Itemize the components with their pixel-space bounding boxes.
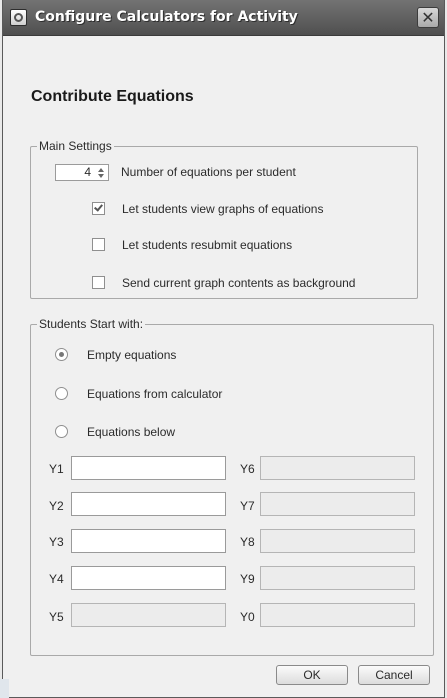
- arrow-down-icon[interactable]: [97, 173, 104, 178]
- y9-label: Y9: [240, 572, 255, 586]
- y9-field[interactable]: [260, 566, 415, 590]
- y8-label: Y8: [240, 535, 255, 549]
- checkmark-icon: [94, 202, 103, 212]
- calculator-window-icon: [10, 9, 27, 26]
- view-graphs-checkbox[interactable]: [92, 202, 105, 215]
- y1-field[interactable]: [71, 456, 226, 480]
- from-calculator-label[interactable]: Equations from calculator: [87, 386, 222, 402]
- radio-selected-dot: [59, 352, 64, 357]
- y5-label: Y5: [49, 610, 64, 624]
- ok-button[interactable]: OK: [276, 665, 348, 685]
- resubmit-checkbox[interactable]: [92, 238, 105, 251]
- start-with-title: Students Start with:: [37, 316, 146, 332]
- dialog-heading: Contribute Equations: [31, 88, 194, 105]
- y8-field[interactable]: [260, 529, 415, 553]
- equations-per-student-spinner[interactable]: 4: [55, 164, 109, 181]
- resubmit-label[interactable]: Let students resubmit equations: [122, 237, 292, 253]
- y6-field[interactable]: [260, 456, 415, 480]
- main-settings-title: Main Settings: [37, 138, 114, 154]
- spinner-arrows-icon[interactable]: [94, 166, 107, 179]
- empty-equations-label[interactable]: Empty equations: [87, 347, 176, 363]
- y2-label: Y2: [49, 499, 64, 513]
- y3-field[interactable]: [71, 529, 226, 553]
- view-graphs-label[interactable]: Let students view graphs of equations: [122, 201, 323, 217]
- send-background-label[interactable]: Send current graph contents as backgroun…: [122, 275, 355, 291]
- y7-label: Y7: [240, 499, 255, 513]
- y7-field[interactable]: [260, 492, 415, 516]
- y2-field[interactable]: [71, 492, 226, 516]
- configure-dialog: Configure Calculators for Activity ✕ Con…: [2, 0, 445, 698]
- equations-below-label[interactable]: Equations below: [87, 424, 175, 440]
- y4-label: Y4: [49, 572, 64, 586]
- y5-field[interactable]: [71, 603, 226, 627]
- from-calculator-radio[interactable]: [55, 387, 68, 400]
- equations-per-student-label: Number of equations per student: [121, 165, 296, 179]
- send-background-checkbox[interactable]: [92, 276, 105, 289]
- title-bar[interactable]: Configure Calculators for Activity ✕: [3, 0, 444, 36]
- spinner-value: 4: [84, 165, 91, 179]
- empty-equations-radio[interactable]: [55, 348, 68, 361]
- y0-label: Y0: [240, 610, 255, 624]
- y4-field[interactable]: [71, 566, 226, 590]
- arrow-up-icon[interactable]: [97, 167, 104, 172]
- y6-label: Y6: [240, 462, 255, 476]
- cancel-button[interactable]: Cancel: [358, 665, 430, 685]
- y1-label: Y1: [49, 462, 64, 476]
- y3-label: Y3: [49, 535, 64, 549]
- background-edge: [0, 679, 9, 698]
- y0-field[interactable]: [260, 603, 415, 627]
- window-title: Configure Calculators for Activity: [35, 9, 298, 25]
- close-button[interactable]: ✕: [417, 7, 439, 28]
- equations-below-radio[interactable]: [55, 425, 68, 438]
